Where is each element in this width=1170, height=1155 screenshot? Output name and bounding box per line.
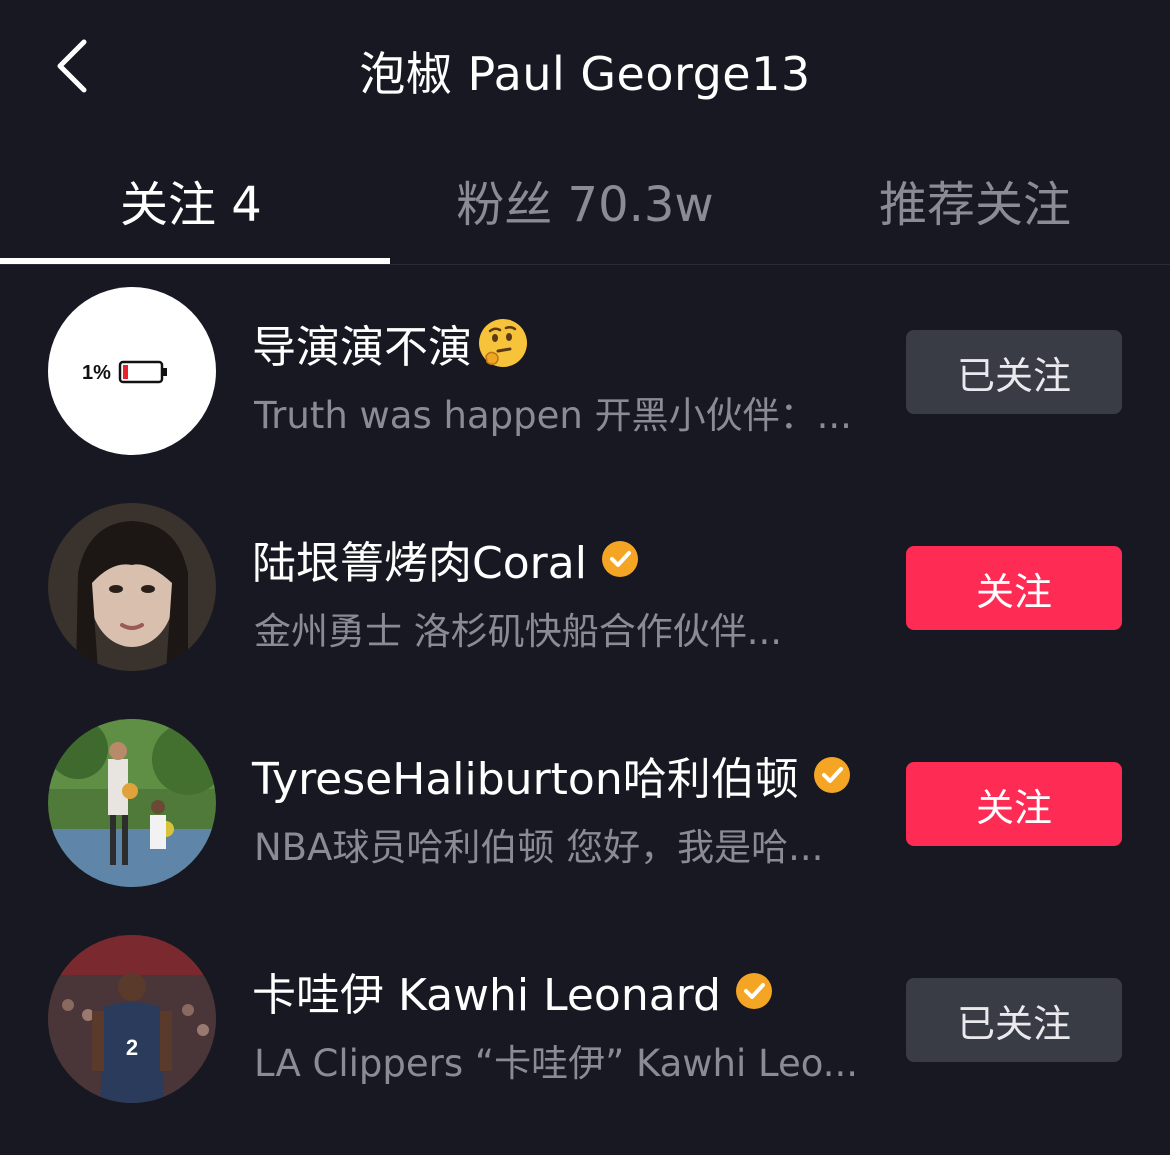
user-name: 卡哇伊 Kawhi Leonard	[252, 970, 721, 1021]
verified-badge-icon	[601, 541, 638, 577]
verified-badge-icon	[813, 757, 850, 793]
page-title: 泡椒 Paul George13	[359, 47, 811, 101]
user-description: Truth was happen 开黑小伙伴：...	[254, 394, 852, 437]
user-description: LA Clippers “卡哇伊” Kawhi Leo...	[254, 1042, 859, 1085]
avatar[interactable]	[48, 503, 216, 671]
list-item[interactable]: 陆垠箐烤肉Coral 金州勇士 洛杉矶快船合作伙伴... 关注	[0, 481, 1170, 697]
active-tab-indicator	[0, 258, 390, 264]
tab-recommended[interactable]: 推荐关注	[780, 136, 1170, 264]
user-description: NBA球员哈利伯顿 您好，我是哈...	[254, 826, 824, 869]
portrait-avatar-image	[48, 503, 216, 671]
avatar[interactable]: 2	[48, 935, 216, 1103]
user-name: TyreseHaliburton哈利伯顿	[252, 754, 799, 805]
svg-text:2: 2	[126, 1035, 138, 1060]
followed-button[interactable]: 已关注	[906, 330, 1122, 414]
tab-followers[interactable]: 粉丝 70.3w	[390, 136, 780, 264]
followed-button[interactable]: 已关注	[906, 978, 1122, 1062]
avatar[interactable]	[48, 719, 216, 887]
battery-avatar-image: 1%	[82, 360, 167, 384]
user-name: 导演演不演	[252, 322, 472, 373]
list-item[interactable]: 1% 导演演不演 Truth was happen 开黑小伙伴：... 已关注	[0, 265, 1170, 481]
tab-following[interactable]: 关注 4	[0, 136, 390, 264]
verified-badge-icon	[735, 973, 772, 1009]
follow-button[interactable]: 关注	[906, 546, 1122, 630]
follow-button[interactable]: 关注	[906, 762, 1122, 846]
user-description: 金州勇士 洛杉矶快船合作伙伴...	[254, 610, 783, 653]
list-item[interactable]: TyreseHaliburton哈利伯顿 NBA球员哈利伯顿 您好，我是哈...…	[0, 697, 1170, 913]
list-item[interactable]: 2 卡哇伊 Kawhi Leonard LA Clippers “卡哇伊” Ka…	[0, 913, 1170, 1129]
tab-bar: 关注 4 粉丝 70.3w 推荐关注	[0, 136, 1170, 265]
battery-percent-text: 1%	[82, 362, 111, 384]
avatar[interactable]: 1%	[48, 287, 216, 455]
thinking-face-icon	[479, 319, 527, 367]
user-name: 陆垠箐烤肉Coral	[252, 538, 587, 589]
arena-player-avatar-image: 2	[48, 935, 216, 1103]
basketball-court-avatar-image	[48, 719, 216, 887]
top-bar: 泡椒 Paul George13	[0, 0, 1170, 136]
